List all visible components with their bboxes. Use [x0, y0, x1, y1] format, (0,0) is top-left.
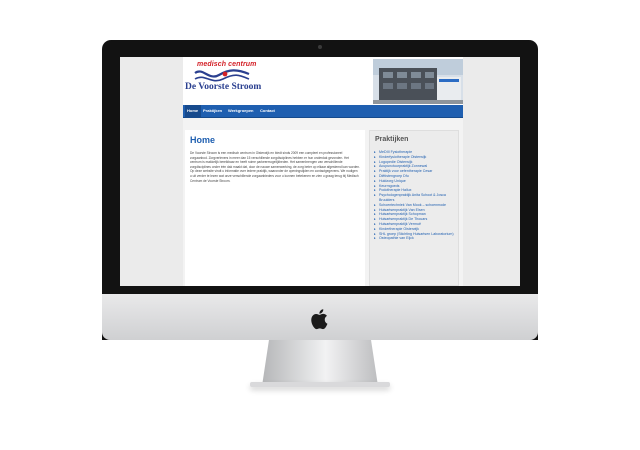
- building-photo: [373, 59, 463, 104]
- nav-contact[interactable]: Contact: [260, 105, 280, 117]
- page-title: Home: [190, 135, 216, 145]
- logo-wave-icon: [194, 69, 250, 82]
- sidebar-link[interactable]: Osteopathie van Eijck: [374, 236, 458, 241]
- sidebar-title: Praktijken: [375, 136, 409, 143]
- nav-werkgroepen[interactable]: Werkgroepen: [228, 105, 256, 117]
- sidebar-link[interactable]: Psychologenpraktijk Anita Schoot & Josca…: [374, 193, 458, 203]
- praktijken-list: MeDIII Fysiotherapie Kinderfysiotherapie…: [374, 150, 458, 241]
- main-navigation: Home Praktijken Werkgroepen Contact: [183, 105, 463, 118]
- content-panel: Home De Voorste Stroom is een medisch ce…: [185, 130, 365, 286]
- logo-tagline: medisch centrum: [197, 61, 257, 68]
- monitor-stand: [262, 340, 378, 386]
- apple-logo-icon: [311, 309, 328, 330]
- site-header: medisch centrum De Voorste Stroom: [183, 57, 463, 105]
- website: medisch centrum De Voorste Stroom Home P…: [183, 57, 463, 286]
- screen: medisch centrum De Voorste Stroom Home P…: [120, 57, 520, 286]
- stand-base: [250, 382, 390, 387]
- logo-name[interactable]: De Voorste Stroom: [185, 82, 261, 92]
- intro-text: De Voorste Stroom is een medisch centrum…: [190, 151, 360, 183]
- nav-home[interactable]: Home: [185, 105, 201, 117]
- nav-praktijken[interactable]: Praktijken: [203, 105, 225, 117]
- webcam: [318, 45, 322, 49]
- sidebar-praktijken: Praktijken MeDIII Fysiotherapie Kinderfy…: [369, 130, 459, 286]
- main-area: Home De Voorste Stroom is een medisch ce…: [183, 118, 463, 286]
